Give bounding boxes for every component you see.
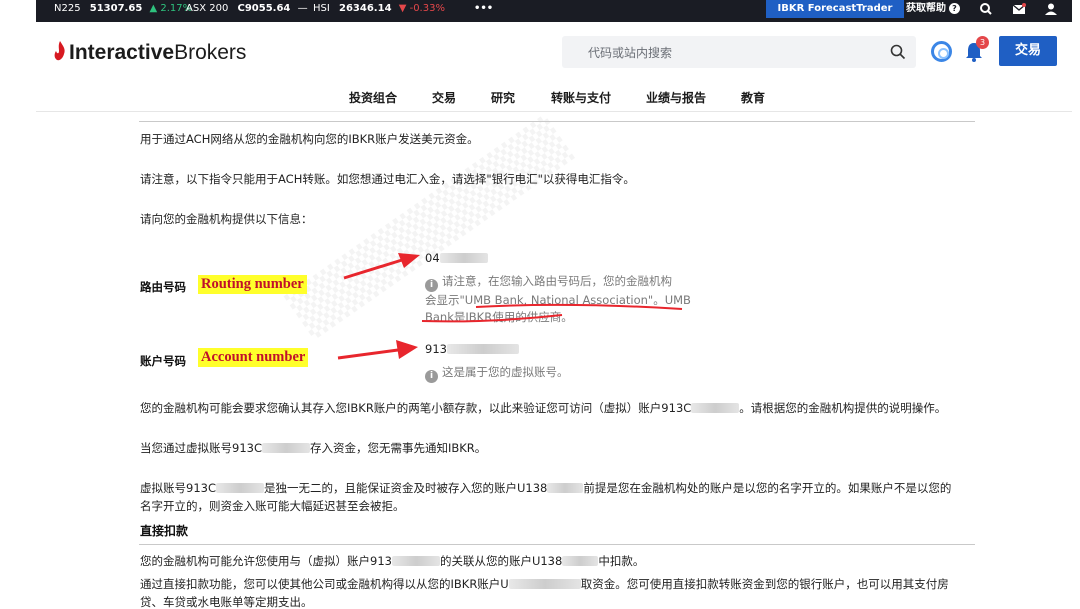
account-number-callout: Account number	[198, 348, 309, 367]
ticker-value: 26346.14	[339, 3, 392, 14]
intro-text: 用于通过ACH网络从您的金融机构向您的IBKR账户发送美元资金。	[140, 132, 479, 146]
ticker-value: 51307.65	[89, 3, 143, 14]
text-span: 的关联从您的账户U138	[439, 554, 563, 568]
ibkr-logo[interactable]: InteractiveBrokers	[54, 41, 246, 65]
direct-debit-heading: 直接扣款	[140, 524, 189, 538]
nav-item-research[interactable]: 研究	[491, 89, 515, 106]
account-note-text: 这是属于您的虚拟账号。	[442, 365, 569, 379]
text-span: 通过直接扣款功能，您可以使其他公司或金融机构得以从您的IBKR账户U	[140, 577, 509, 591]
text-span: 名字开立的，则资金入账可能大幅延迟甚至会被拒。	[140, 499, 405, 513]
account-number-value: 913	[425, 342, 519, 356]
redacted-account	[562, 556, 599, 566]
text-span: 您的金融机构可能会要求您确认其存入您IBKR账户的两笔小额存款，以此来验证您可访…	[140, 401, 692, 415]
provide-info-text: 请向您的金融机构提供以下信息：	[140, 212, 313, 226]
assistant-icon[interactable]	[931, 41, 952, 62]
direct-debit-usage-text: 通过直接扣款功能，您可以使其他公司或金融机构得以从您的IBKR账户U 取资金。您可…	[140, 575, 949, 609]
redacted-routing-number	[439, 253, 488, 263]
market-ticker-bar: N225 51307.65 ▲ 2.17% ASX 200 C9055.64 —…	[36, 0, 1072, 22]
section-divider	[139, 544, 975, 545]
text-span: 。请根据您的金融机构提供的说明操作。	[739, 401, 947, 415]
routing-arrow-icon	[343, 253, 420, 280]
text-span: 贷、车贷或水电账单等定期支出。	[140, 595, 313, 609]
nav-item-portfolio[interactable]: 投资组合	[349, 89, 397, 106]
help-icon: ?	[949, 2, 960, 14]
redacted-account	[691, 403, 740, 413]
redacted-account	[508, 579, 581, 589]
site-search[interactable]: 代码或站内搜索	[562, 36, 916, 68]
info-icon: i	[425, 279, 438, 292]
ticker-item-asx200[interactable]: ASX 200 C9055.64 —	[186, 0, 308, 22]
ticker-change: ▼ -0.33%	[398, 3, 445, 14]
routing-note-line: 请注意，在您输入路由号码后，您的金融机构	[442, 274, 672, 288]
redacted-account	[391, 556, 440, 566]
ticker-change: —	[297, 3, 308, 14]
user-icon[interactable]	[1044, 3, 1058, 15]
nav-item-transfer-pay[interactable]: 转账与支付	[551, 89, 611, 106]
direct-debit-text: 您的金融机构可能允许您使用与（虚拟）账户913 的关联从您的账户U138 中扣款。	[140, 553, 644, 569]
ticker-name: N225	[54, 3, 81, 14]
search-input[interactable]: 代码或站内搜索	[588, 44, 672, 61]
forecast-trader-button[interactable]: IBKR ForecastTrader	[766, 0, 904, 18]
text-span: 虚拟账号913C	[140, 481, 216, 495]
help-label: 获取帮助	[906, 3, 946, 14]
text-span: 取资金。您可使用直接扣款转账资金到您的银行账户，也可以用其支付房	[580, 577, 949, 591]
ach-notice-text: 请注意，以下指令只能用于ACH转账。如您想通过电汇入金，请选择"银行电汇"以获得…	[140, 172, 635, 186]
account-number-note: i 这是属于您的虚拟账号。	[425, 364, 569, 383]
routing-number-value: 04	[425, 251, 488, 265]
brand-name-bold: Interactive	[69, 41, 175, 64]
notification-badge: 3	[976, 36, 989, 49]
nav-item-trade[interactable]: 交易	[432, 89, 456, 106]
text-span: 存入资金，您无需事先通知IBKR。	[309, 441, 487, 455]
search-icon[interactable]	[890, 44, 906, 60]
ticker-name: HSI	[313, 3, 330, 14]
help-button[interactable]: 获取帮助?	[906, 0, 960, 18]
main-nav: 投资组合 交易 研究 转账与支付 业绩与报告 教育	[36, 82, 1072, 112]
ticker-item-n225[interactable]: N225 51307.65 ▲ 2.17%	[54, 0, 192, 22]
routing-number-prefix: 04	[425, 251, 440, 265]
ticker-more-button[interactable]: •••	[474, 0, 493, 22]
redacted-account	[547, 483, 584, 493]
flame-logo-icon	[54, 41, 65, 61]
ticker-name: ASX 200	[186, 3, 229, 14]
redacted-account-number	[446, 344, 519, 354]
mail-icon[interactable]	[1012, 3, 1026, 15]
text-span: 前提是您在金融机构处的账户是以您的名字开立的。如果账户不是以您的	[583, 481, 952, 495]
ticker-item-hsi[interactable]: HSI 26346.14 ▼ -0.33%	[313, 0, 445, 22]
unique-account-text: 虚拟账号913C 是独一无二的，且能保证资金及时被存入您的账户U138 前提是您在金…	[140, 479, 951, 515]
text-span: 是独一无二的，且能保证资金及时被存入您的账户U138	[263, 481, 548, 495]
account-number-prefix: 913	[425, 342, 447, 356]
verify-deposit-text: 您的金融机构可能会要求您确认其存入您IBKR账户的两笔小额存款，以此来验证您可访…	[140, 400, 946, 416]
nav-item-education[interactable]: 教育	[741, 89, 765, 106]
red-underline-annotation	[421, 303, 683, 323]
text-span: 您的金融机构可能允许您使用与（虚拟）账户913	[140, 554, 392, 568]
nav-item-performance-reports[interactable]: 业绩与报告	[646, 89, 706, 106]
site-header: InteractiveBrokers 代码或站内搜索 3 交易	[36, 22, 1072, 82]
text-span: 中扣款。	[598, 554, 645, 568]
redacted-account	[261, 443, 310, 453]
routing-number-label: 路由号码	[140, 280, 186, 294]
trade-button[interactable]: 交易	[999, 36, 1057, 66]
redacted-account	[215, 483, 264, 493]
routing-number-callout: Routing number	[198, 275, 307, 294]
deposit-notice-text: 当您通过虚拟账号913C 存入资金，您无需事先通知IBKR。	[140, 440, 486, 456]
brand-name-regular: Brokers	[174, 41, 247, 64]
section-divider	[139, 121, 975, 122]
account-number-label: 账户号码	[140, 354, 186, 368]
info-icon: i	[425, 370, 438, 383]
account-arrow-icon	[337, 340, 418, 360]
text-span: 当您通过虚拟账号913C	[140, 441, 262, 455]
chat-search-icon[interactable]	[979, 3, 993, 15]
ticker-value: C9055.64	[237, 3, 291, 14]
